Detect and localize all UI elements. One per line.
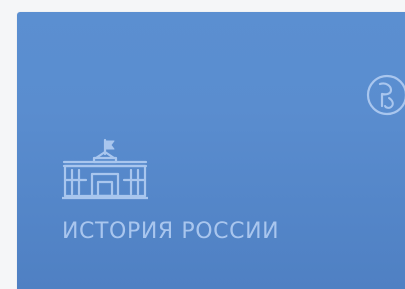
history-of-russia-card[interactable]: ИСТОРИЯ РОССИИ (17, 12, 405, 289)
card-title: ИСТОРИЯ РОССИИ (62, 219, 280, 244)
page: ИСТОРИЯ РОССИИ (0, 0, 405, 289)
monogram-logo (366, 74, 405, 116)
government-building-icon (62, 138, 148, 200)
